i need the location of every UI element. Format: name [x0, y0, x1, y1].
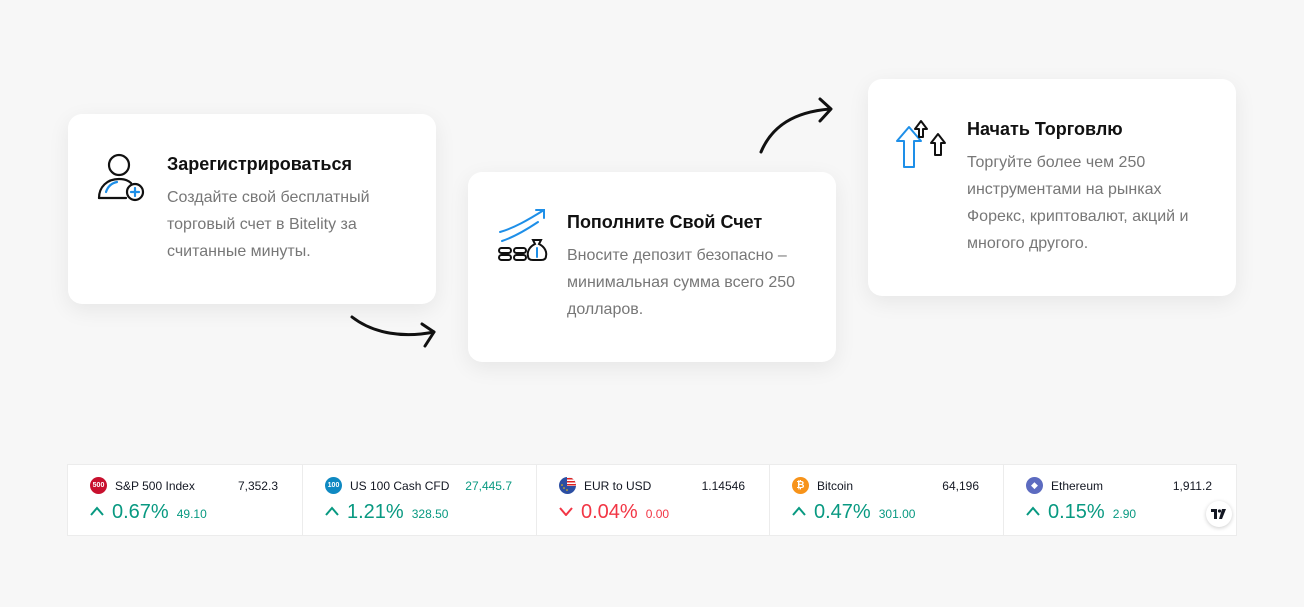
ticker-change: 0.00 — [645, 507, 670, 521]
curved-arrow-icon — [759, 97, 833, 154]
step-card-register: Зарегистрироваться Создайте свой бесплат… — [68, 114, 436, 304]
sp500-logo-icon: 500 — [90, 477, 107, 494]
chevron-up-icon — [792, 506, 806, 516]
user-add-icon — [96, 152, 150, 209]
ticker-change-percent: 0.04% — [581, 501, 638, 523]
us100-logo-icon: 100 — [325, 477, 342, 494]
ticker-price: 1.14546 — [701, 479, 745, 493]
chevron-down-icon — [559, 507, 573, 516]
ticker-price: 7,352.3 — [237, 479, 278, 493]
step-card-trade: Начать Торговлю Торгуйте более чем 250 и… — [868, 79, 1236, 296]
step-card-deposit: Пополните Свой Счет Вносите депозит безо… — [468, 172, 836, 362]
chevron-up-icon — [1026, 506, 1040, 516]
step-title: Пополните Свой Счет — [567, 212, 763, 232]
ticker-price: 64,196 — [942, 479, 979, 493]
ticker-change: 301.00 — [878, 507, 916, 521]
ticker-change-percent: 0.47% — [814, 501, 871, 523]
ticker-change: 49.10 — [176, 507, 207, 521]
bitcoin-logo-icon: ₿ — [792, 477, 809, 494]
coins-growth-icon — [496, 208, 552, 269]
step-title: Зарегистрироваться — [167, 154, 352, 174]
step-description: Вносите депозит безопасно – минимальная … — [567, 247, 796, 318]
curved-arrow-icon — [350, 315, 436, 348]
chevron-up-icon — [90, 506, 104, 516]
step-description: Создайте свой бесплатный торговый счет в… — [167, 189, 370, 260]
ticker-change-percent: 1.21% — [347, 501, 404, 523]
eur-usd-flag-icon — [559, 477, 576, 494]
ticker-item-eurusd[interactable]: EUR to USD 1.14546 0.04% 0.00 — [537, 465, 770, 535]
ticker-item-ethereum[interactable]: ◆ Ethereum 1,911.2 0.15% 2.90 — [1004, 465, 1236, 535]
ticker-change: 2.90 — [1112, 507, 1137, 521]
ticker-change-percent: 0.67% — [112, 501, 169, 523]
arrows-up-icon — [894, 115, 952, 176]
step-description: Торгуйте более чем 250 инструментами на … — [967, 154, 1189, 252]
chevron-up-icon — [325, 506, 339, 516]
ticker-price: 27,445.7 — [465, 479, 512, 493]
ethereum-logo-icon: ◆ — [1026, 477, 1043, 494]
ticker-item-bitcoin[interactable]: ₿ Bitcoin 64,196 0.47% 301.00 — [770, 465, 1004, 535]
ticker-change-percent: 0.15% — [1048, 501, 1105, 523]
ticker-item-us100[interactable]: 100 US 100 Cash CFD 27,445.7 1.21% 328.5… — [303, 465, 537, 535]
ticker-item-spx[interactable]: 500 S&P 500 Index 7,352.3 0.67% 49.10 — [68, 465, 303, 535]
ticker-price: 1,911.2 — [1172, 479, 1212, 493]
ticker-change: 328.50 — [411, 507, 449, 521]
ticker-tape[interactable]: 500 S&P 500 Index 7,352.3 0.67% 49.10 10… — [67, 464, 1237, 536]
step-title: Начать Торговлю — [967, 119, 1123, 139]
tradingview-logo-icon[interactable] — [1206, 501, 1232, 527]
